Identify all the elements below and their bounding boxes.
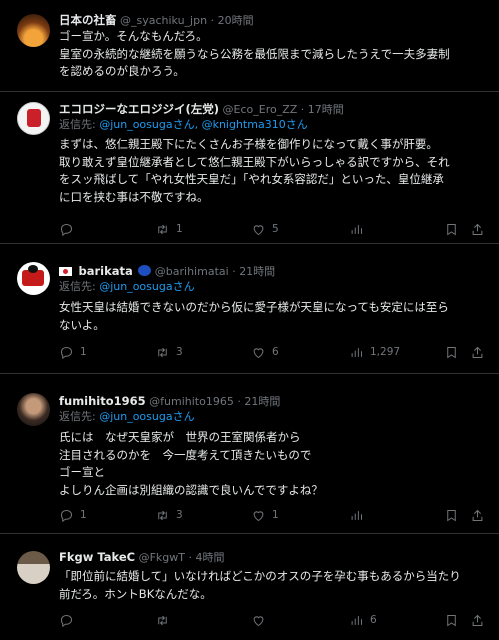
share-icon [472,346,483,358]
tweet-text: ゴー宣か。そんなもんだろ。 皇室の永続的な継続を願うなら公務を最低限まで減らした… [59,29,450,78]
user-handle[interactable]: @fumihito1965 [149,395,234,408]
reply-button[interactable] [59,222,80,237]
reply-button[interactable]: 1 [59,345,87,360]
heart-icon [253,347,264,358]
analytics-icon [351,224,362,234]
like-button[interactable] [251,613,272,628]
like-button[interactable]: 5 [251,222,279,237]
retweet-icon [158,347,167,357]
avatar[interactable] [17,551,50,584]
speech-bubble-icon [138,265,152,276]
timestamp[interactable]: 17時間 [308,103,344,116]
reply-mentions[interactable]: @jun_oosugaさん [99,280,194,293]
reply-icon [60,223,73,236]
avatar[interactable] [17,14,50,47]
views-button[interactable] [349,222,370,237]
bookmark-button[interactable] [444,508,459,523]
reply-context: 返信先: @jun_oosugaさん, @knightma310さん [59,118,308,131]
retweet-button[interactable] [155,613,176,628]
tweet[interactable]: エコロジーなエロジジイ(左党) @Eco_Ero_ZZ · 17時間 返信先: … [0,92,499,244]
timeline-feed: 日本の社畜 @_syachiku_jpn · 20時間 ゴー宣か。そんなもんだろ… [0,0,499,640]
reply-mentions[interactable]: @jun_oosugaさん, @knightma310さん [99,118,308,131]
share-button[interactable] [470,613,485,628]
reply-icon [60,614,73,627]
tweet[interactable]: Fkgw TakeC @FkgwT · 4時間 「即位前に結婚して」いなければど… [0,534,499,640]
reply-context: 返信先: @jun_oosugaさん [59,280,195,293]
reply-button[interactable] [59,613,80,628]
display-name[interactable]: 日本の社畜 [59,13,117,27]
display-name[interactable]: エコロジーなエロジジイ(左党) [59,102,219,116]
tweet-actions: 1 3 1 [59,507,485,523]
bookmark-icon [447,614,456,626]
user-handle[interactable]: @barihimatai [155,265,229,278]
tweet[interactable]: fumihito1965 @fumihito1965 · 21時間 返信先: @… [0,374,499,534]
user-handle[interactable]: @_syachiku_jpn [120,14,207,27]
views-button[interactable]: 6 [349,613,377,628]
tweet[interactable]: barikata @barihimatai · 21時間 返信先: @jun_o… [0,244,499,374]
reply-mentions[interactable]: @jun_oosugaさん [99,410,194,423]
share-button[interactable] [470,222,485,237]
views-button[interactable]: 1,297 [349,345,400,360]
japan-flag-icon [59,267,72,276]
tweet-text: 「即位前に結婚して」いなければどこかのオスの子を孕む事もあるから当たり 前だろ。… [59,569,461,601]
analytics-icon [351,510,362,520]
retweet-button[interactable]: 3 [155,508,183,523]
tweet[interactable]: 日本の社畜 @_syachiku_jpn · 20時間 ゴー宣か。そんなもんだろ… [0,0,499,92]
avatar[interactable] [17,393,50,426]
reply-icon [60,509,73,522]
like-button[interactable]: 1 [251,508,279,523]
retweet-button[interactable]: 3 [155,345,183,360]
retweet-icon [158,510,167,520]
bookmark-icon [447,509,456,521]
heart-icon [253,224,264,235]
bookmark-button[interactable] [444,613,459,628]
retweet-icon [158,615,167,625]
retweet-icon [158,224,167,234]
reply-button[interactable]: 1 [59,508,87,523]
user-handle[interactable]: @Eco_Ero_ZZ [223,103,298,116]
tweet-actions: 1 3 6 1,297 [59,344,485,360]
bookmark-icon [447,346,456,358]
tweet-actions: 6 [59,612,485,628]
tweet-text: 氏には なぜ天皇家が 世界の王室関係者から 注目されるのかを 今一度考えて頂きた… [59,430,323,497]
display-name[interactable]: fumihito1965 [59,394,146,408]
share-icon [472,509,483,521]
share-icon [472,223,483,235]
tweet-text: まずは、悠仁親王殿下にたくさんお子様を御作りになって戴く事が肝要。 取り敢えず皇… [59,137,450,204]
like-button[interactable]: 6 [251,345,279,360]
timestamp[interactable]: 4時間 [195,551,224,564]
avatar[interactable] [17,102,50,135]
bookmark-button[interactable] [444,222,459,237]
share-button[interactable] [470,508,485,523]
heart-icon [253,615,264,626]
avatar[interactable] [17,262,50,295]
reply-icon [60,346,73,359]
analytics-icon [351,347,362,357]
bookmark-button[interactable] [444,345,459,360]
timestamp[interactable]: 21時間 [244,395,280,408]
share-button[interactable] [470,345,485,360]
analytics-icon [351,615,362,625]
heart-icon [253,510,264,521]
tweet-actions: 1 5 [59,221,485,237]
bookmark-icon [447,223,456,235]
timestamp[interactable]: 20時間 [218,14,254,27]
display-name[interactable]: Fkgw TakeC [59,550,135,564]
display-name[interactable]: barikata [79,264,133,278]
timestamp[interactable]: 21時間 [239,265,275,278]
reply-context: 返信先: @jun_oosugaさん [59,410,195,423]
user-handle[interactable]: @FkgwT [139,551,185,564]
views-button[interactable] [349,508,370,523]
retweet-button[interactable]: 1 [155,222,183,237]
tweet-text: 女性天皇は結婚できないのだから仮に愛子様が天皇になっても安定には至ら ないよ。 [59,300,449,332]
share-icon [472,614,483,626]
